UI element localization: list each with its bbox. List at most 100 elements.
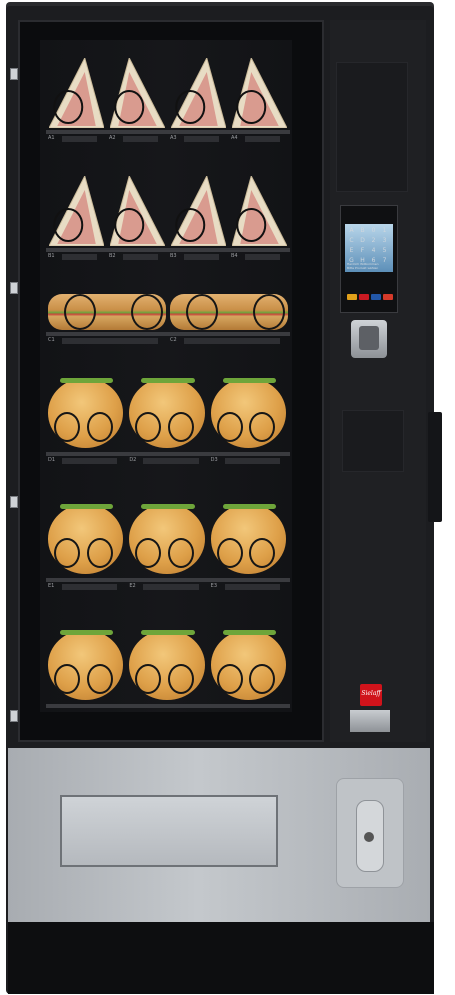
sandwich-product[interactable]: [232, 58, 287, 128]
slot-label: E2: [129, 583, 136, 589]
price-tag: [184, 254, 219, 260]
keypad-key[interactable]: H: [358, 256, 367, 265]
card-icon: [371, 294, 381, 300]
sandwich-product[interactable]: [232, 176, 287, 246]
delivery-flap[interactable]: [60, 795, 278, 867]
coin-slot[interactable]: [350, 710, 390, 732]
slot-label: D2: [129, 457, 137, 463]
slot-label: B3: [170, 253, 177, 259]
keypad-key[interactable]: A: [347, 226, 356, 235]
door-lock-handle[interactable]: [351, 320, 387, 358]
shelf-rail: [46, 248, 290, 252]
keypad-key[interactable]: C: [347, 236, 356, 245]
card-icon: [383, 294, 393, 300]
keypad-key[interactable]: G: [347, 256, 356, 265]
price-tag: [224, 458, 280, 464]
spiral-coil: [54, 664, 81, 694]
slot-label: D3: [210, 457, 218, 463]
card-icon: [347, 294, 357, 300]
slot-label: A3: [170, 135, 177, 141]
card-icon: [359, 294, 369, 300]
keypad-key[interactable]: 1: [380, 226, 389, 235]
shelf-label-row: B1 B2 B3 B4: [46, 253, 290, 263]
keypad-key[interactable]: 4: [369, 246, 378, 255]
price-tag: [184, 338, 280, 344]
screen-text-select: Bitte Produkt wählen: [347, 266, 379, 270]
price-tag: [123, 254, 158, 260]
slot-label: A2: [109, 135, 116, 141]
spiral-coil: [54, 538, 81, 568]
hinge: [10, 282, 18, 294]
roll-filling: [60, 378, 114, 383]
shelf-label-row: D1 D2 D3: [46, 457, 290, 467]
spiral-coil: [168, 412, 194, 442]
spiral-coil: [86, 664, 113, 694]
sandwich-product[interactable]: [49, 176, 104, 246]
slot-label: E1: [48, 583, 55, 589]
selection-keypad[interactable]: Herzlich Willkommen Bitte Produkt wählen…: [340, 205, 398, 313]
shelf-label-row: C1 C2: [46, 337, 290, 347]
sandwich-product[interactable]: [49, 58, 104, 128]
plinth: [8, 922, 434, 994]
blank-panel: [342, 410, 404, 472]
roll-filling: [222, 630, 276, 635]
hinge: [10, 710, 18, 722]
side-handle[interactable]: [428, 412, 442, 522]
keypad-key[interactable]: 3: [380, 236, 389, 245]
roll-filling: [60, 630, 114, 635]
spiral-coil: [216, 664, 243, 694]
sandwich-product[interactable]: [171, 58, 226, 128]
price-tag: [62, 458, 118, 464]
spiral-coil: [216, 538, 243, 568]
price-tag: [245, 136, 280, 142]
slot-label: B4: [231, 253, 238, 259]
sandwich-product[interactable]: [110, 58, 165, 128]
shelf-label-row: E1 E2 E3: [46, 583, 290, 593]
keypad-key[interactable]: 7: [380, 256, 389, 265]
price-tag: [224, 584, 280, 590]
brand-logo-text: Sielaff: [361, 690, 381, 697]
slot-label: B1: [48, 253, 55, 259]
shelf-rail: [46, 452, 290, 456]
shelf-rail: [46, 130, 290, 134]
keypad-key[interactable]: F: [358, 246, 367, 255]
keypad-key[interactable]: E: [347, 246, 356, 255]
upper-panel: [336, 62, 408, 192]
keypad-key[interactable]: B: [358, 226, 367, 235]
shelf-rail: [46, 578, 290, 582]
keypad-key[interactable]: D: [358, 236, 367, 245]
price-tag: [245, 254, 280, 260]
spiral-coil: [168, 538, 194, 568]
price-tag: [62, 254, 97, 260]
keypad-key[interactable]: 6: [369, 256, 378, 265]
slot-label: D1: [48, 457, 56, 463]
hinge: [10, 68, 18, 80]
sandwich-product[interactable]: [110, 176, 165, 246]
brand-logo: Sielaff: [360, 684, 382, 706]
slot-label: B2: [109, 253, 116, 259]
price-tag: [62, 584, 118, 590]
price-tag: [143, 458, 199, 464]
sandwich-product[interactable]: [171, 176, 226, 246]
roll-filling: [141, 630, 195, 635]
roll-filling: [141, 504, 195, 509]
roll-filling: [222, 378, 276, 383]
lock-icon: [359, 326, 379, 350]
price-tag: [123, 136, 158, 142]
price-tag: [62, 338, 158, 344]
spiral-coil: [168, 664, 194, 694]
keypad-key[interactable]: 0: [369, 226, 378, 235]
keypad-key[interactable]: 2: [369, 236, 378, 245]
slot-label: A1: [48, 135, 55, 141]
spiral-coil: [54, 412, 81, 442]
slot-label: C2: [170, 337, 177, 343]
shelf-label-row: A1 A2 A3 A4: [46, 135, 290, 145]
shelf-rail: [46, 704, 290, 708]
price-tag: [184, 136, 219, 142]
slot-label: A4: [231, 135, 238, 141]
price-tag: [62, 136, 97, 142]
roll-filling: [141, 378, 195, 383]
keypad-key[interactable]: 5: [380, 246, 389, 255]
shelf-rail: [46, 332, 290, 336]
slot-label: C1: [48, 337, 55, 343]
